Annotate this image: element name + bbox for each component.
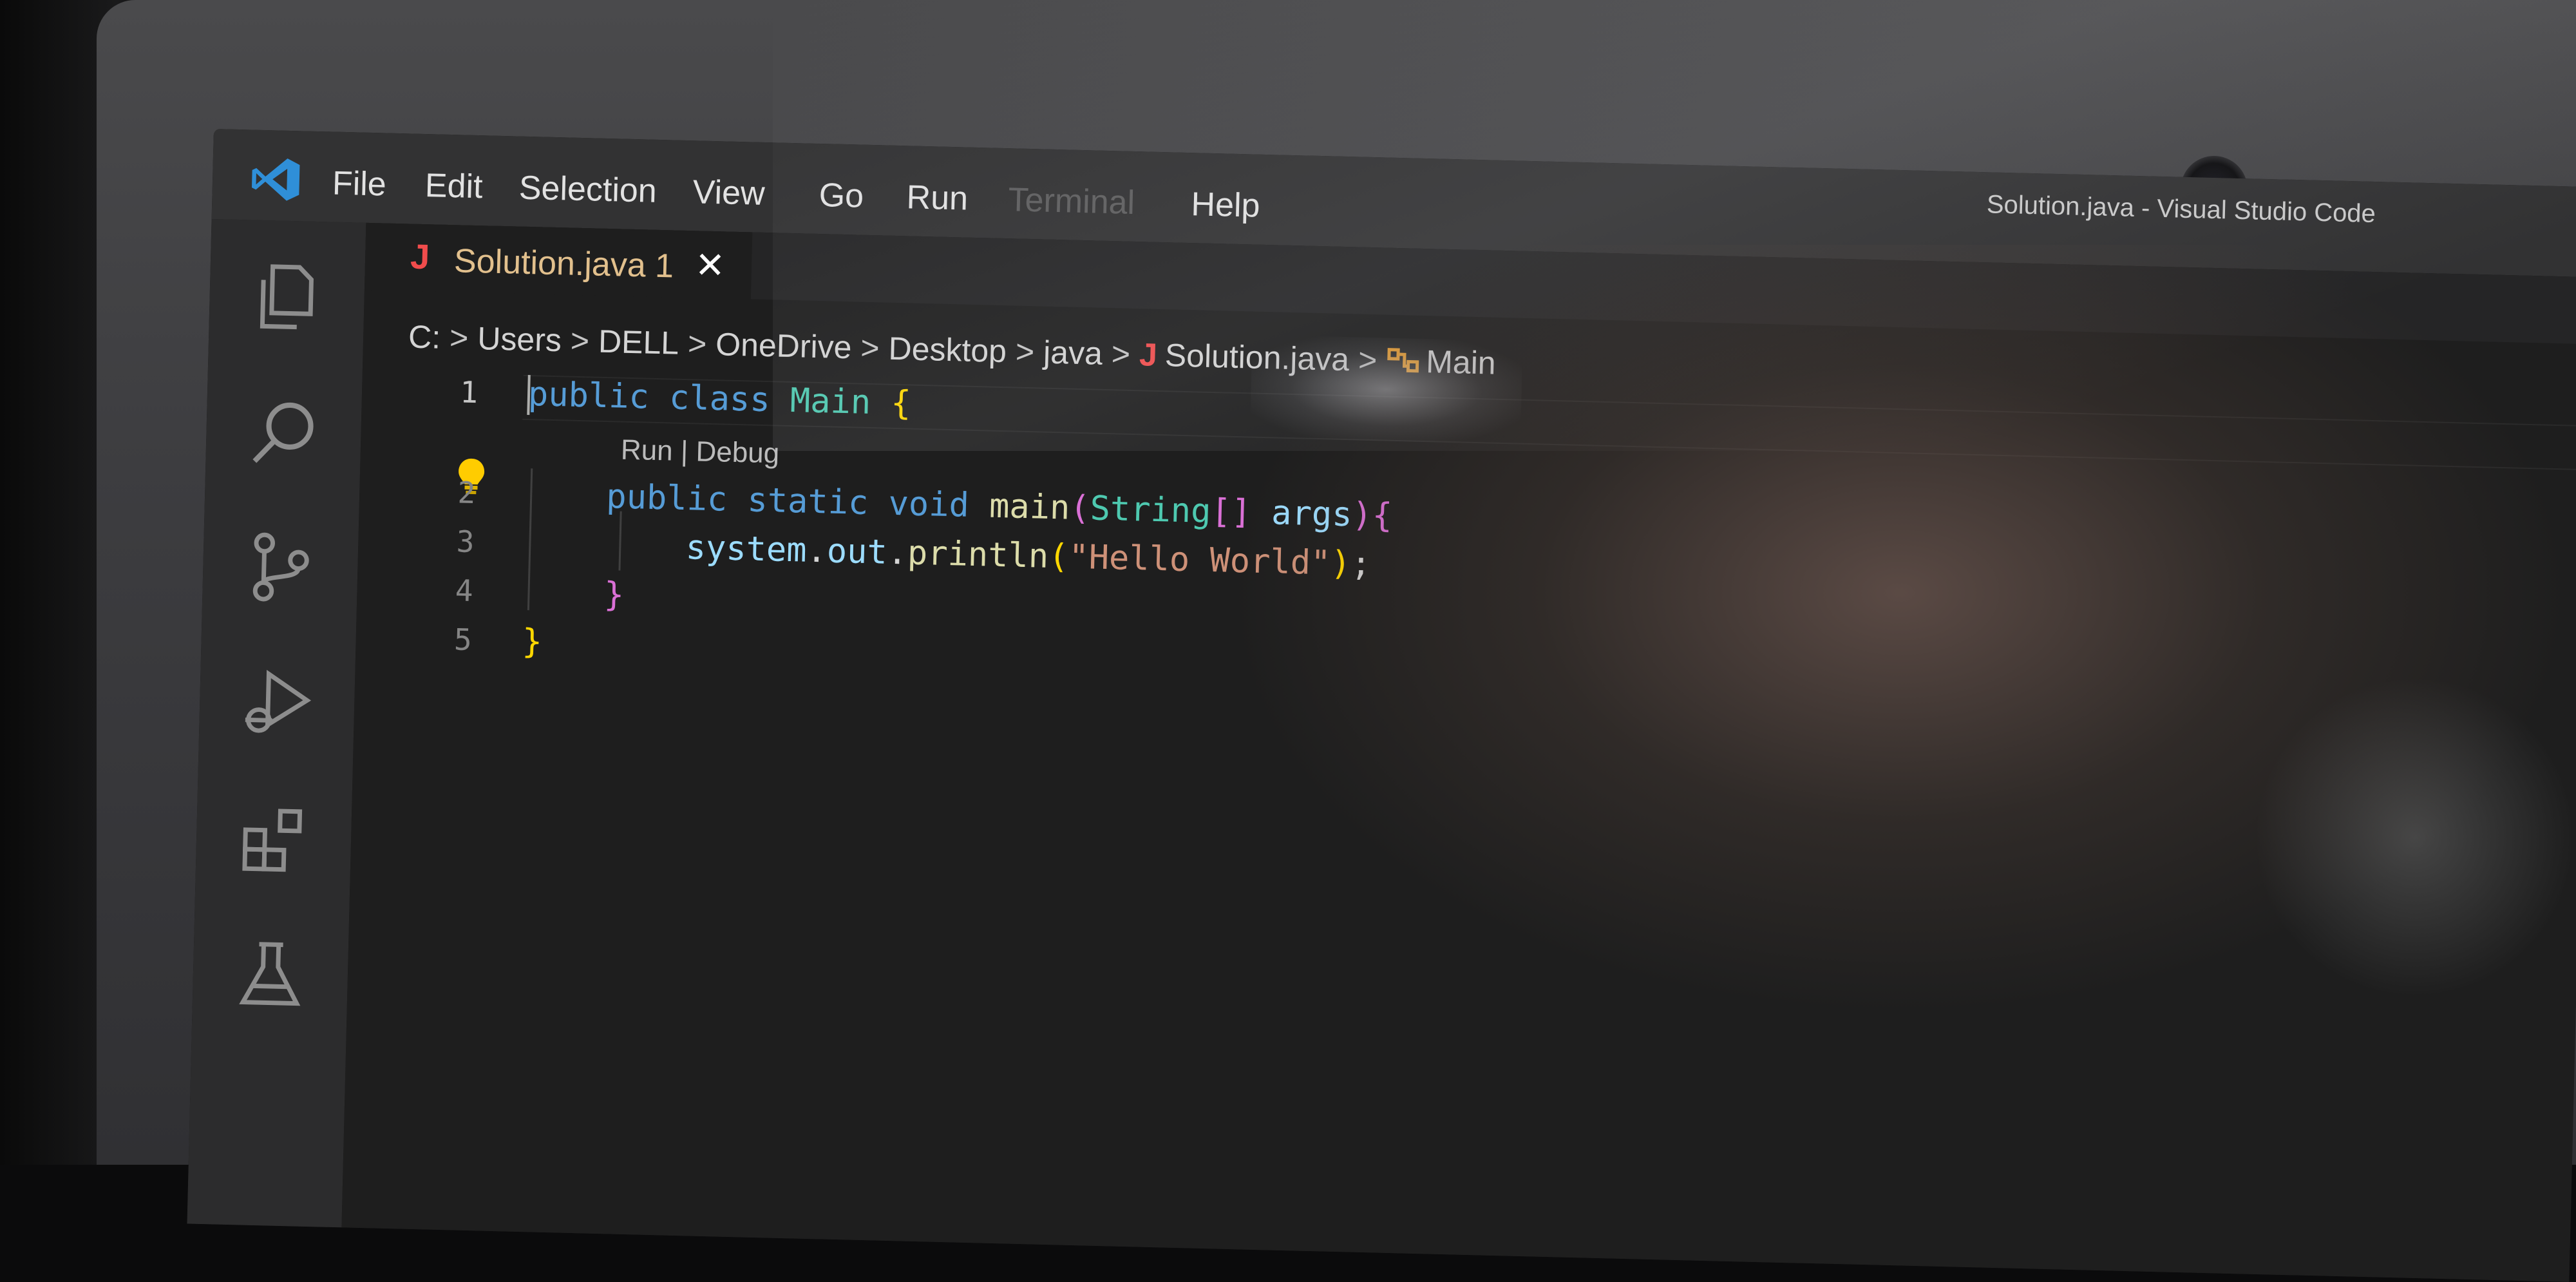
menu-edit[interactable]: Edit <box>424 166 483 206</box>
codelens-run-debug[interactable]: Run | Debug <box>620 434 779 470</box>
code-token: out <box>826 531 888 572</box>
breadcrumb-item[interactable]: DELL <box>598 323 679 362</box>
chevron-right-icon: > <box>570 322 590 359</box>
vscode-logo-icon <box>251 158 300 201</box>
menu-help[interactable]: Help <box>1191 185 1260 225</box>
code-token: static <box>746 481 869 522</box>
code-token: } <box>521 622 543 662</box>
line-number: 5 <box>453 622 473 658</box>
code-token: String <box>1089 489 1212 531</box>
class-icon <box>1387 348 1419 373</box>
explorer-icon[interactable] <box>249 258 325 335</box>
code-token: Main <box>790 381 871 423</box>
code-token: public <box>527 375 650 417</box>
code-token: println <box>907 533 1049 576</box>
menu-terminal[interactable]: Terminal <box>1008 180 1135 222</box>
breadcrumb-symbol[interactable]: Main <box>1426 343 1497 382</box>
window-title: Solution.java - Visual Studio Code <box>1986 190 2376 229</box>
code-line: system.out.println("Hello World"); <box>524 524 1372 584</box>
vscode-window: File Edit Selection View Go Run Terminal… <box>187 129 2576 1282</box>
editor-group: J Solution.java 1 ✕ C: > Users > DELL > … <box>341 222 2576 1282</box>
menu-go[interactable]: Go <box>819 176 864 216</box>
code-token: { <box>1372 496 1393 535</box>
code-token: ) <box>1351 495 1373 535</box>
code-token: ( <box>1048 537 1070 577</box>
code-token: main <box>989 486 1071 528</box>
run-debug-icon[interactable] <box>239 664 316 741</box>
code-token: ) <box>1330 544 1352 584</box>
code-token: class <box>668 378 771 420</box>
menu-selection[interactable]: Selection <box>518 169 657 211</box>
breadcrumb-item[interactable]: Desktop <box>888 330 1007 370</box>
search-icon[interactable] <box>245 395 322 472</box>
code-editor[interactable]: Run | Debug 1 2 3 4 5 public class Main … <box>341 358 2576 1282</box>
close-icon[interactable]: ✕ <box>694 244 726 287</box>
activity-bar <box>187 218 366 1228</box>
code-token: public <box>605 477 728 519</box>
code-line: public static void main(String[] args){ <box>526 475 1393 535</box>
chevron-right-icon: > <box>687 325 708 362</box>
line-number: 2 <box>457 475 476 511</box>
breadcrumb-item[interactable]: Users <box>477 320 562 359</box>
breadcrumb-item[interactable]: C: <box>408 318 441 356</box>
code-token: "Hello World" <box>1068 537 1332 583</box>
testing-icon[interactable] <box>232 936 309 1013</box>
chevron-right-icon: > <box>1358 341 1378 379</box>
code-token: . <box>806 531 828 571</box>
code-token: { <box>890 383 912 423</box>
source-control-icon[interactable] <box>242 529 319 606</box>
chevron-right-icon: > <box>860 329 880 367</box>
code-token: } <box>603 575 625 615</box>
java-file-icon: J <box>410 237 431 277</box>
menu-run[interactable]: Run <box>906 178 969 218</box>
code-line: } <box>523 573 625 615</box>
chevron-right-icon: > <box>449 320 469 356</box>
code-line: } <box>522 622 543 662</box>
code-token: ; <box>1350 544 1372 584</box>
line-number: 1 <box>459 374 478 410</box>
tab-title: Solution.java 1 <box>453 242 674 285</box>
code-token: [] <box>1210 492 1252 532</box>
breadcrumb-file[interactable]: Solution.java <box>1164 336 1350 378</box>
line-number: 4 <box>455 573 474 609</box>
breadcrumb-item[interactable]: java <box>1043 334 1103 372</box>
code-token: ( <box>1069 488 1091 528</box>
code-token: . <box>887 533 908 573</box>
java-file-icon: J <box>1139 336 1158 373</box>
chevron-right-icon: > <box>1111 336 1131 372</box>
tab-solution-java[interactable]: J Solution.java 1 ✕ <box>364 222 753 300</box>
chevron-right-icon: > <box>1015 333 1035 370</box>
breadcrumb-item[interactable]: OneDrive <box>715 325 853 366</box>
code-token: void <box>887 484 970 525</box>
code-token: system <box>685 528 808 570</box>
menu-view[interactable]: View <box>692 173 765 213</box>
line-number: 3 <box>456 524 475 560</box>
extensions-icon[interactable] <box>236 799 312 876</box>
menu-file[interactable]: File <box>332 164 386 204</box>
code-token: args <box>1271 493 1353 535</box>
